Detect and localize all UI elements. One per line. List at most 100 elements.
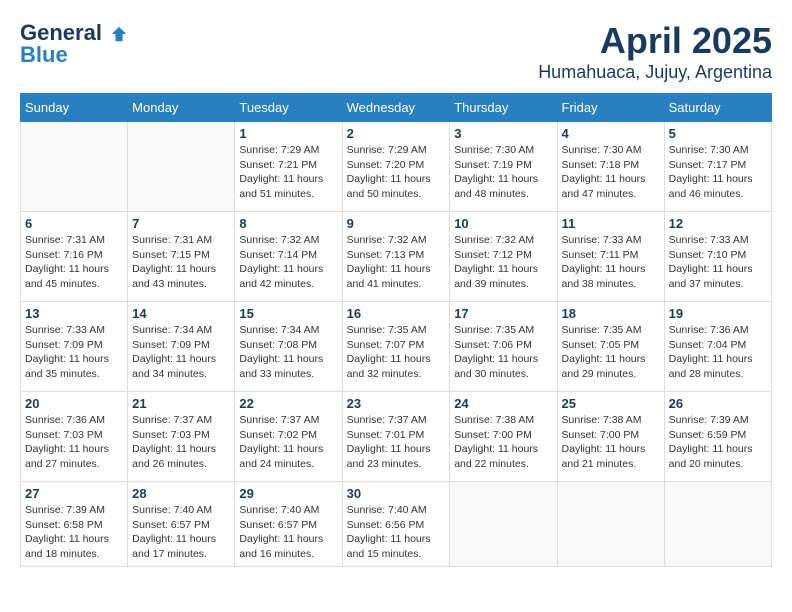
day-number: 30 <box>347 486 446 501</box>
day-number: 24 <box>454 396 552 411</box>
day-info: Sunrise: 7:29 AM Sunset: 7:20 PM Dayligh… <box>347 143 446 202</box>
title-section: April 2025 Humahuaca, Jujuy, Argentina <box>538 20 772 83</box>
day-number: 3 <box>454 126 552 141</box>
day-info: Sunrise: 7:29 AM Sunset: 7:21 PM Dayligh… <box>239 143 337 202</box>
page-header: General Blue April 2025 Humahuaca, Jujuy… <box>20 20 772 83</box>
day-info: Sunrise: 7:32 AM Sunset: 7:14 PM Dayligh… <box>239 233 337 292</box>
weekday-header-tuesday: Tuesday <box>235 94 342 122</box>
day-info: Sunrise: 7:40 AM Sunset: 6:57 PM Dayligh… <box>132 503 230 562</box>
calendar-cell <box>450 482 557 567</box>
calendar-cell: 1 Sunrise: 7:29 AM Sunset: 7:21 PM Daylig… <box>235 122 342 212</box>
calendar-cell: 10 Sunrise: 7:32 AM Sunset: 7:12 PM Dayli… <box>450 212 557 302</box>
day-number: 8 <box>239 216 337 231</box>
day-info: Sunrise: 7:31 AM Sunset: 7:16 PM Dayligh… <box>25 233 123 292</box>
calendar-cell: 3Sunrise: 7:30 AM Sunset: 7:19 PM Daylig… <box>450 122 557 212</box>
week-row-2: 6Sunrise: 7:31 AM Sunset: 7:16 PM Daylig… <box>21 212 772 302</box>
calendar-cell: 11 Sunrise: 7:33 AM Sunset: 7:11 PM Dayli… <box>557 212 664 302</box>
weekday-header-thursday: Thursday <box>450 94 557 122</box>
calendar-cell: 30 Sunrise: 7:40 AM Sunset: 6:56 PM Dayli… <box>342 482 450 567</box>
calendar-cell: 18 Sunrise: 7:35 AM Sunset: 7:05 PM Dayli… <box>557 302 664 392</box>
week-row-1: 1 Sunrise: 7:29 AM Sunset: 7:21 PM Daylig… <box>21 122 772 212</box>
day-info: Sunrise: 7:38 AM Sunset: 7:00 PM Dayligh… <box>454 413 552 472</box>
weekday-header-saturday: Saturday <box>664 94 771 122</box>
calendar-cell: 17Sunrise: 7:35 AM Sunset: 7:06 PM Dayli… <box>450 302 557 392</box>
day-number: 9 <box>347 216 446 231</box>
day-number: 14 <box>132 306 230 321</box>
day-number: 4 <box>562 126 660 141</box>
day-number: 10 <box>454 216 552 231</box>
calendar-cell: 14Sunrise: 7:34 AM Sunset: 7:09 PM Dayli… <box>128 302 235 392</box>
day-number: 11 <box>562 216 660 231</box>
day-number: 1 <box>239 126 337 141</box>
calendar-cell: 2 Sunrise: 7:29 AM Sunset: 7:20 PM Daylig… <box>342 122 450 212</box>
day-info: Sunrise: 7:36 AM Sunset: 7:03 PM Dayligh… <box>25 413 123 472</box>
month-title: April 2025 <box>538 20 772 62</box>
day-number: 19 <box>669 306 767 321</box>
calendar-cell: 9 Sunrise: 7:32 AM Sunset: 7:13 PM Daylig… <box>342 212 450 302</box>
calendar-cell: 7 Sunrise: 7:31 AM Sunset: 7:15 PM Daylig… <box>128 212 235 302</box>
calendar-table: SundayMondayTuesdayWednesdayThursdayFrid… <box>20 93 772 567</box>
day-number: 27 <box>25 486 123 501</box>
calendar-cell: 16 Sunrise: 7:35 AM Sunset: 7:07 PM Dayli… <box>342 302 450 392</box>
calendar-cell <box>557 482 664 567</box>
calendar-cell <box>128 122 235 212</box>
calendar-cell: 4 Sunrise: 7:30 AM Sunset: 7:18 PM Daylig… <box>557 122 664 212</box>
day-info: Sunrise: 7:31 AM Sunset: 7:15 PM Dayligh… <box>132 233 230 292</box>
day-info: Sunrise: 7:37 AM Sunset: 7:01 PM Dayligh… <box>347 413 446 472</box>
calendar-cell: 15 Sunrise: 7:34 AM Sunset: 7:08 PM Dayli… <box>235 302 342 392</box>
day-number: 21 <box>132 396 230 411</box>
weekday-header-wednesday: Wednesday <box>342 94 450 122</box>
day-number: 13 <box>25 306 123 321</box>
day-number: 25 <box>562 396 660 411</box>
day-info: Sunrise: 7:35 AM Sunset: 7:07 PM Dayligh… <box>347 323 446 382</box>
weekday-header-friday: Friday <box>557 94 664 122</box>
day-number: 16 <box>347 306 446 321</box>
weekday-header-monday: Monday <box>128 94 235 122</box>
calendar-cell: 26Sunrise: 7:39 AM Sunset: 6:59 PM Dayli… <box>664 392 771 482</box>
day-number: 15 <box>239 306 337 321</box>
calendar-cell: 12 Sunrise: 7:33 AM Sunset: 7:10 PM Dayli… <box>664 212 771 302</box>
calendar-cell: 27 Sunrise: 7:39 AM Sunset: 6:58 PM Dayli… <box>21 482 128 567</box>
calendar-cell: 23 Sunrise: 7:37 AM Sunset: 7:01 PM Dayli… <box>342 392 450 482</box>
location-title: Humahuaca, Jujuy, Argentina <box>538 62 772 83</box>
day-info: Sunrise: 7:38 AM Sunset: 7:00 PM Dayligh… <box>562 413 660 472</box>
day-info: Sunrise: 7:35 AM Sunset: 7:06 PM Dayligh… <box>454 323 552 382</box>
day-number: 2 <box>347 126 446 141</box>
day-number: 7 <box>132 216 230 231</box>
day-info: Sunrise: 7:34 AM Sunset: 7:08 PM Dayligh… <box>239 323 337 382</box>
week-row-5: 27 Sunrise: 7:39 AM Sunset: 6:58 PM Dayli… <box>21 482 772 567</box>
day-info: Sunrise: 7:35 AM Sunset: 7:05 PM Dayligh… <box>562 323 660 382</box>
day-number: 23 <box>347 396 446 411</box>
calendar-cell: 13 Sunrise: 7:33 AM Sunset: 7:09 PM Dayli… <box>21 302 128 392</box>
day-number: 28 <box>132 486 230 501</box>
day-info: Sunrise: 7:40 AM Sunset: 6:56 PM Dayligh… <box>347 503 446 562</box>
day-info: Sunrise: 7:33 AM Sunset: 7:09 PM Dayligh… <box>25 323 123 382</box>
day-number: 5 <box>669 126 767 141</box>
calendar-cell: 6Sunrise: 7:31 AM Sunset: 7:16 PM Daylig… <box>21 212 128 302</box>
calendar-cell: 29Sunrise: 7:40 AM Sunset: 6:57 PM Dayli… <box>235 482 342 567</box>
day-number: 18 <box>562 306 660 321</box>
calendar-cell: 22 Sunrise: 7:37 AM Sunset: 7:02 PM Dayli… <box>235 392 342 482</box>
day-info: Sunrise: 7:32 AM Sunset: 7:13 PM Dayligh… <box>347 233 446 292</box>
calendar-cell: 19Sunrise: 7:36 AM Sunset: 7:04 PM Dayli… <box>664 302 771 392</box>
day-info: Sunrise: 7:33 AM Sunset: 7:11 PM Dayligh… <box>562 233 660 292</box>
calendar-cell: 20Sunrise: 7:36 AM Sunset: 7:03 PM Dayli… <box>21 392 128 482</box>
week-row-3: 13 Sunrise: 7:33 AM Sunset: 7:09 PM Dayli… <box>21 302 772 392</box>
day-info: Sunrise: 7:30 AM Sunset: 7:17 PM Dayligh… <box>669 143 767 202</box>
day-number: 22 <box>239 396 337 411</box>
day-info: Sunrise: 7:37 AM Sunset: 7:02 PM Dayligh… <box>239 413 337 472</box>
calendar-cell: 25 Sunrise: 7:38 AM Sunset: 7:00 PM Dayli… <box>557 392 664 482</box>
day-number: 26 <box>669 396 767 411</box>
calendar-cell: 5 Sunrise: 7:30 AM Sunset: 7:17 PM Daylig… <box>664 122 771 212</box>
calendar-cell: 24 Sunrise: 7:38 AM Sunset: 7:00 PM Dayli… <box>450 392 557 482</box>
day-info: Sunrise: 7:30 AM Sunset: 7:18 PM Dayligh… <box>562 143 660 202</box>
logo: General Blue <box>20 20 128 68</box>
calendar-cell: 28 Sunrise: 7:40 AM Sunset: 6:57 PM Dayli… <box>128 482 235 567</box>
logo-blue-text: Blue <box>20 42 68 67</box>
week-row-4: 20Sunrise: 7:36 AM Sunset: 7:03 PM Dayli… <box>21 392 772 482</box>
day-info: Sunrise: 7:32 AM Sunset: 7:12 PM Dayligh… <box>454 233 552 292</box>
day-number: 12 <box>669 216 767 231</box>
day-info: Sunrise: 7:33 AM Sunset: 7:10 PM Dayligh… <box>669 233 767 292</box>
day-info: Sunrise: 7:39 AM Sunset: 6:58 PM Dayligh… <box>25 503 123 562</box>
weekday-header-sunday: Sunday <box>21 94 128 122</box>
